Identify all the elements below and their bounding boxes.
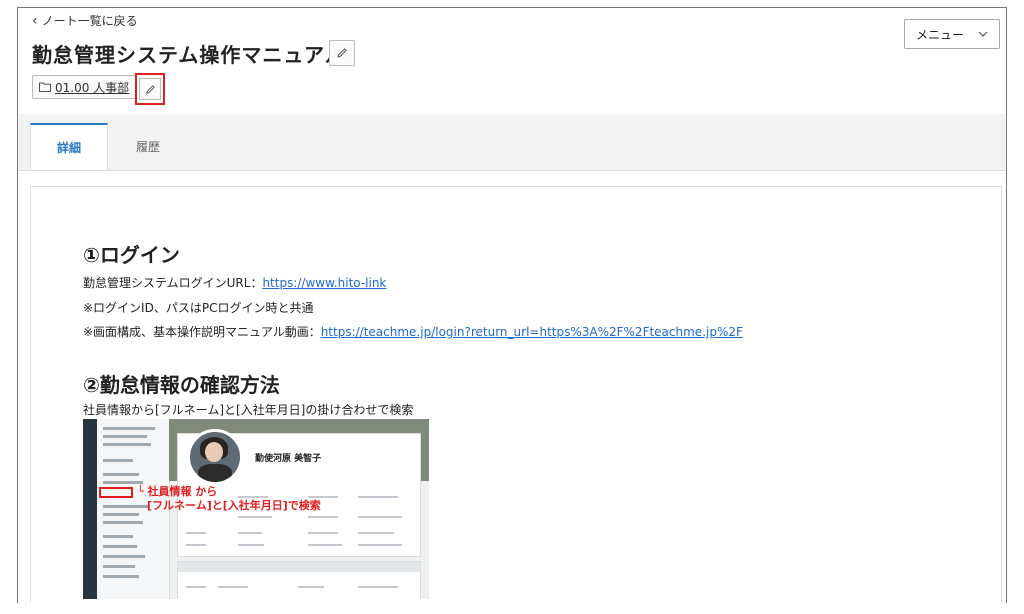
section1-heading: ①ログイン (83, 243, 180, 267)
screenshot-field (218, 586, 248, 588)
login-url-link[interactable]: https://www.hito-link (262, 276, 386, 290)
screenshot-nav-item (103, 535, 133, 538)
folder-icon (39, 82, 51, 92)
screenshot-nav-item (103, 443, 151, 446)
section2-heading: ②勤怠情報の確認方法 (83, 373, 280, 397)
login-url-line: 勤怠管理システムログインURL：https://www.hito-link (83, 274, 386, 291)
screenshot-nav-item (103, 575, 139, 578)
screenshot-field (238, 532, 262, 534)
folder-label: 01.00 人事部 (55, 80, 130, 95)
screenshot-field (238, 516, 272, 518)
screenshot-nav-item (103, 521, 143, 524)
avatar-body (198, 464, 232, 482)
screenshot-nav-item (103, 427, 155, 430)
folder-button[interactable]: 01.00 人事部 (32, 75, 137, 99)
screenshot-nav-item (103, 481, 143, 484)
screenshot-nav-item (103, 473, 139, 476)
note-line: ※ログインID、パスはPCログイン時と共通 (83, 301, 314, 315)
screenshot-field (186, 586, 206, 588)
tab-bar: 詳細 履歴 (18, 114, 1006, 171)
tab-detail[interactable]: 詳細 (30, 123, 108, 170)
login-url-label: 勤怠管理システムログインURL： (83, 276, 263, 290)
app-frame: ‹ ノート一覧に戻る 勤怠管理システム操作マニュアル 01.00 人事部 メニュ… (17, 7, 1007, 603)
manual-link[interactable]: https://teachme.jp/login?return_url=http… (321, 325, 743, 339)
screenshot-field (308, 516, 338, 518)
screenshot-field (358, 586, 398, 588)
edit-title-button[interactable] (329, 40, 355, 66)
screenshot-nav-item (103, 555, 145, 558)
pencil-icon (337, 48, 347, 58)
screenshot-field (298, 586, 324, 588)
pencil-icon (145, 84, 155, 94)
back-link[interactable]: ‹ ノート一覧に戻る (32, 12, 138, 29)
embedded-screenshot: 勤使河原 美智子 └ 社員情報 から [フルネーム]と[入社年月日]で検索 (83, 419, 429, 599)
screenshot-highlight-box (99, 487, 133, 498)
screenshot-nav-item (103, 435, 147, 438)
screenshot-field (186, 544, 206, 546)
screenshot-nav-item (103, 545, 137, 548)
screenshot-field (186, 532, 206, 534)
screenshot-nav-item (103, 459, 133, 462)
screenshot-nav-item (103, 513, 139, 516)
annotation-line-1: └ 社員情報 から (137, 485, 218, 498)
screenshot-annotation: └ 社員情報 から [フルネーム]と[入社年月日]で検索 (137, 485, 321, 513)
manual-line: ※画面構成、基本操作説明マニュアル動画：https://teachme.jp/l… (83, 323, 743, 340)
page-title: 勤怠管理システム操作マニュアル (32, 43, 346, 67)
screenshot-field (308, 544, 342, 546)
manual-label: ※画面構成、基本操作説明マニュアル動画： (83, 325, 321, 339)
screenshot-field (358, 516, 402, 518)
screenshot-field (358, 544, 402, 546)
back-label: ノート一覧に戻る (41, 14, 138, 28)
screenshot-history-card (177, 561, 421, 599)
screenshot-history-bar (178, 562, 420, 572)
screenshot-nav-item (103, 565, 135, 568)
screenshot-employee-name: 勤使河原 美智子 (255, 454, 322, 464)
section2-text: 社員情報から[フルネーム]と[入社年月日]の掛け合わせで検索 (83, 403, 414, 417)
menu-button[interactable]: メニュー (904, 19, 1000, 49)
screenshot-field (238, 544, 264, 546)
tab-history[interactable]: 履歴 (118, 123, 178, 170)
avatar (187, 429, 243, 485)
screenshot-field (358, 496, 398, 498)
screenshot-field (358, 532, 394, 534)
chevron-down-icon (978, 31, 988, 37)
note-content: ①ログイン 勤怠管理システムログインURL：https://www.hito-l… (30, 186, 1002, 603)
screenshot-field (308, 532, 338, 534)
avatar-face (205, 442, 223, 462)
menu-label: メニュー (915, 27, 964, 42)
edit-folder-button[interactable] (139, 78, 161, 100)
edit-folder-highlight (135, 73, 165, 105)
screenshot-sidebar (83, 419, 97, 599)
annotation-line-2: [フルネーム]と[入社年月日]で検索 (147, 499, 321, 512)
chevron-left-icon: ‹ (32, 12, 38, 29)
